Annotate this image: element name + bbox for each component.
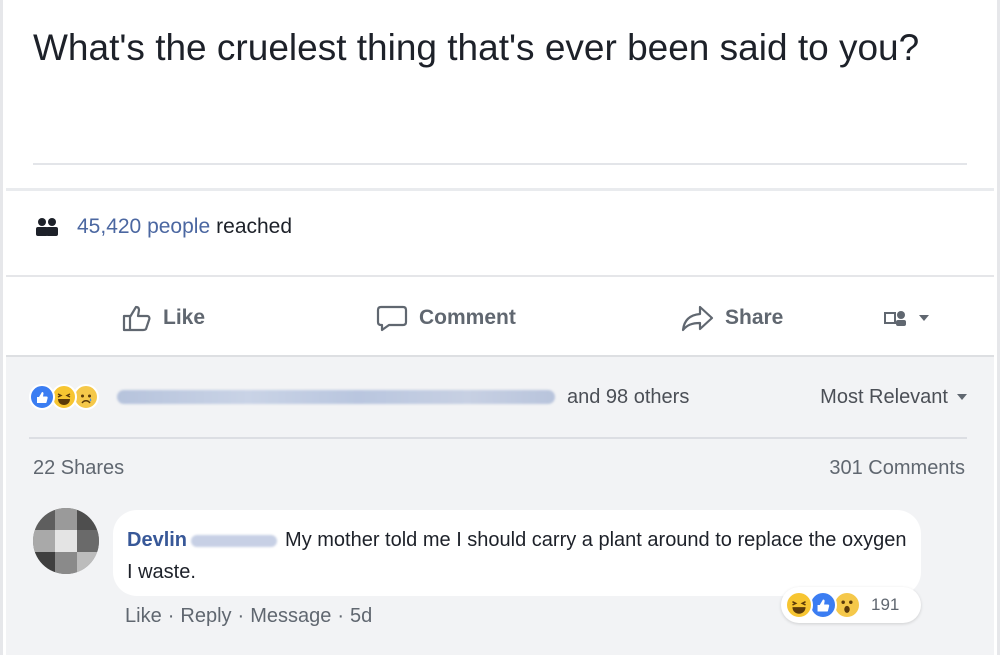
thumbs-up-icon [122, 305, 151, 332]
like-label: Like [163, 306, 206, 329]
chevron-down-icon [919, 315, 929, 321]
like-button[interactable]: Like [121, 296, 205, 340]
share-button[interactable]: Share [681, 296, 783, 340]
comment-message-link[interactable]: Message [250, 605, 331, 628]
like-icon[interactable] [29, 384, 55, 410]
divider [29, 437, 967, 439]
comment-reactions[interactable]: 191 [781, 587, 921, 623]
divider [6, 188, 994, 191]
post-card: What's the cruelest thing that's ever be… [0, 0, 1000, 655]
comment-author[interactable]: Devlin [127, 529, 187, 551]
comment-bubble: Devlin My mother told me I should carry a… [113, 510, 921, 596]
divider [6, 275, 994, 277]
wow-icon [833, 591, 861, 619]
haha-icon [785, 591, 813, 619]
comment-button[interactable]: Comment [375, 296, 516, 340]
author-surname-redacted [191, 534, 278, 547]
sort-comments-dropdown[interactable]: Most Relevant [820, 386, 970, 409]
shares-count[interactable]: 22 Shares [33, 457, 124, 480]
separator: · [337, 605, 345, 627]
sort-label: Most Relevant [820, 385, 948, 408]
audience-selector[interactable] [883, 296, 941, 340]
reactions-row: and 98 others Most Relevant [29, 380, 974, 414]
avatar[interactable] [33, 508, 99, 574]
reach-stats: 45,420 people reached [33, 215, 292, 239]
comment-reply-link[interactable]: Reply [180, 605, 231, 628]
chevron-down-icon [957, 394, 967, 400]
comment-icon [376, 305, 408, 332]
like-icon [809, 591, 837, 619]
reactor-names-redacted [117, 390, 555, 404]
reach-label: reached [216, 215, 293, 238]
comment-label: Comment [419, 306, 516, 329]
divider [33, 163, 967, 165]
reactions-others[interactable]: and 98 others [567, 386, 689, 409]
post-text: What's the cruelest thing that's ever be… [33, 27, 920, 68]
page-switch-icon [884, 311, 906, 326]
comment-like-link[interactable]: Like [125, 605, 162, 628]
share-label: Share [725, 306, 784, 329]
reach-count[interactable]: 45,420 people [77, 215, 210, 239]
separator: · [237, 605, 245, 627]
comments-count[interactable]: 301 Comments [829, 457, 965, 480]
action-bar: Like Comment Share [3, 296, 1000, 340]
people-icon [36, 218, 58, 236]
comment-meta: Like · Reply · Message · 5d [125, 605, 372, 628]
comment-reaction-count: 191 [871, 595, 900, 614]
comment-timestamp[interactable]: 5d [350, 605, 372, 628]
separator: · [167, 605, 175, 627]
share-arrow-icon [681, 305, 714, 332]
